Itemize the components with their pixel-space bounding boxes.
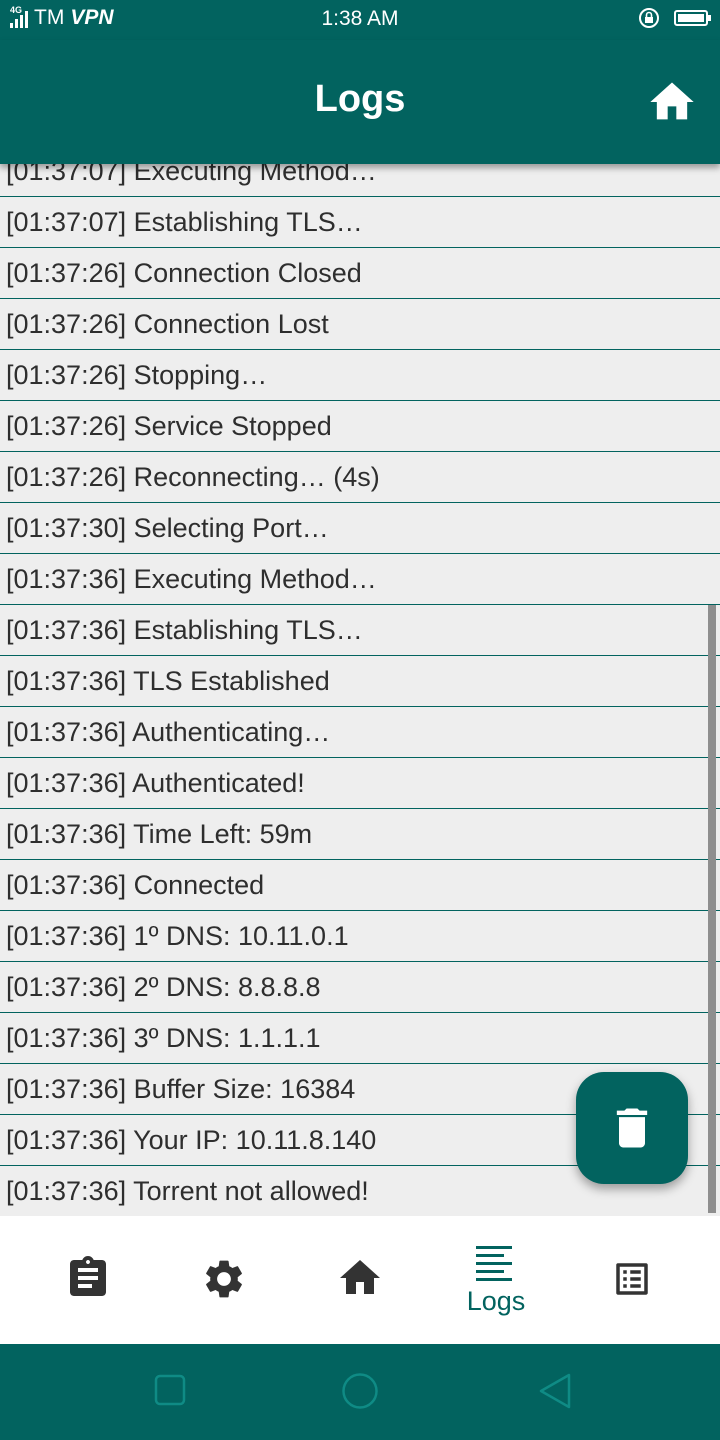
nav-label-logs: Logs — [466, 1286, 526, 1316]
logs-icon — [476, 1246, 512, 1281]
log-entry: [01:37:36] 2º DNS: 8.8.8.8 — [0, 962, 720, 1013]
log-list[interactable]: [01:37:07] Executing Method… [01:37:07] … — [0, 146, 720, 1216]
bottom-nav: Logs — [0, 1216, 720, 1344]
clear-logs-button[interactable] — [576, 1072, 688, 1184]
log-entry: [01:37:36] Authenticating… — [0, 707, 720, 758]
nav-item-logs[interactable]: Logs — [424, 1216, 568, 1344]
log-entry: [01:37:36] Time Left: 59m — [0, 809, 720, 860]
home-circle-icon[interactable] — [341, 1372, 379, 1410]
log-entry: [01:37:26] Connection Closed — [0, 248, 720, 299]
system-nav-bar — [0, 1344, 720, 1440]
log-entry: [01:37:36] Establishing TLS… — [0, 605, 720, 656]
log-entry: [01:37:36] 3º DNS: 1.1.1.1 — [0, 1013, 720, 1064]
back-icon[interactable] — [538, 1373, 572, 1409]
vpn-lock-icon — [639, 8, 659, 28]
log-entry: [01:37:36] Authenticated! — [0, 758, 720, 809]
log-entry: [01:37:36] Connected — [0, 860, 720, 911]
home-icon — [340, 1260, 380, 1294]
trash-icon — [616, 1108, 648, 1148]
clipboard-icon — [70, 1256, 106, 1296]
battery-icon — [674, 10, 711, 26]
log-entry: [01:37:07] Establishing TLS… — [0, 197, 720, 248]
home-icon[interactable] — [646, 76, 698, 128]
list-icon — [616, 1263, 648, 1295]
log-entry: [01:37:26] Service Stopped — [0, 401, 720, 452]
log-entry: [01:37:26] Reconnecting… (4s) — [0, 452, 720, 503]
log-entry: [01:37:26] Stopping… — [0, 350, 720, 401]
page-title: Logs — [314, 78, 406, 120]
log-entry: [01:37:26] Connection Lost — [0, 299, 720, 350]
nav-item-list[interactable] — [560, 1216, 704, 1344]
log-entry: [01:37:30] Selecting Port… — [0, 503, 720, 554]
gear-icon — [206, 1260, 242, 1298]
nav-item-home[interactable] — [288, 1216, 432, 1344]
status-bar: 4G TM VPN 1:38 AM — [0, 0, 720, 40]
app-bar: Logs — [0, 40, 720, 164]
log-entry: [01:37:36] Executing Method… — [0, 554, 720, 605]
nav-item-clipboard[interactable] — [16, 1216, 160, 1344]
recents-icon[interactable] — [154, 1374, 186, 1406]
log-entry: [01:37:36] TLS Established — [0, 656, 720, 707]
status-time: 1:38 AM — [321, 7, 399, 30]
status-bar-right — [638, 7, 711, 29]
scrollbar[interactable] — [708, 605, 716, 1213]
log-entry: [01:37:36] 1º DNS: 10.11.0.1 — [0, 911, 720, 962]
nav-item-settings[interactable] — [152, 1216, 296, 1344]
